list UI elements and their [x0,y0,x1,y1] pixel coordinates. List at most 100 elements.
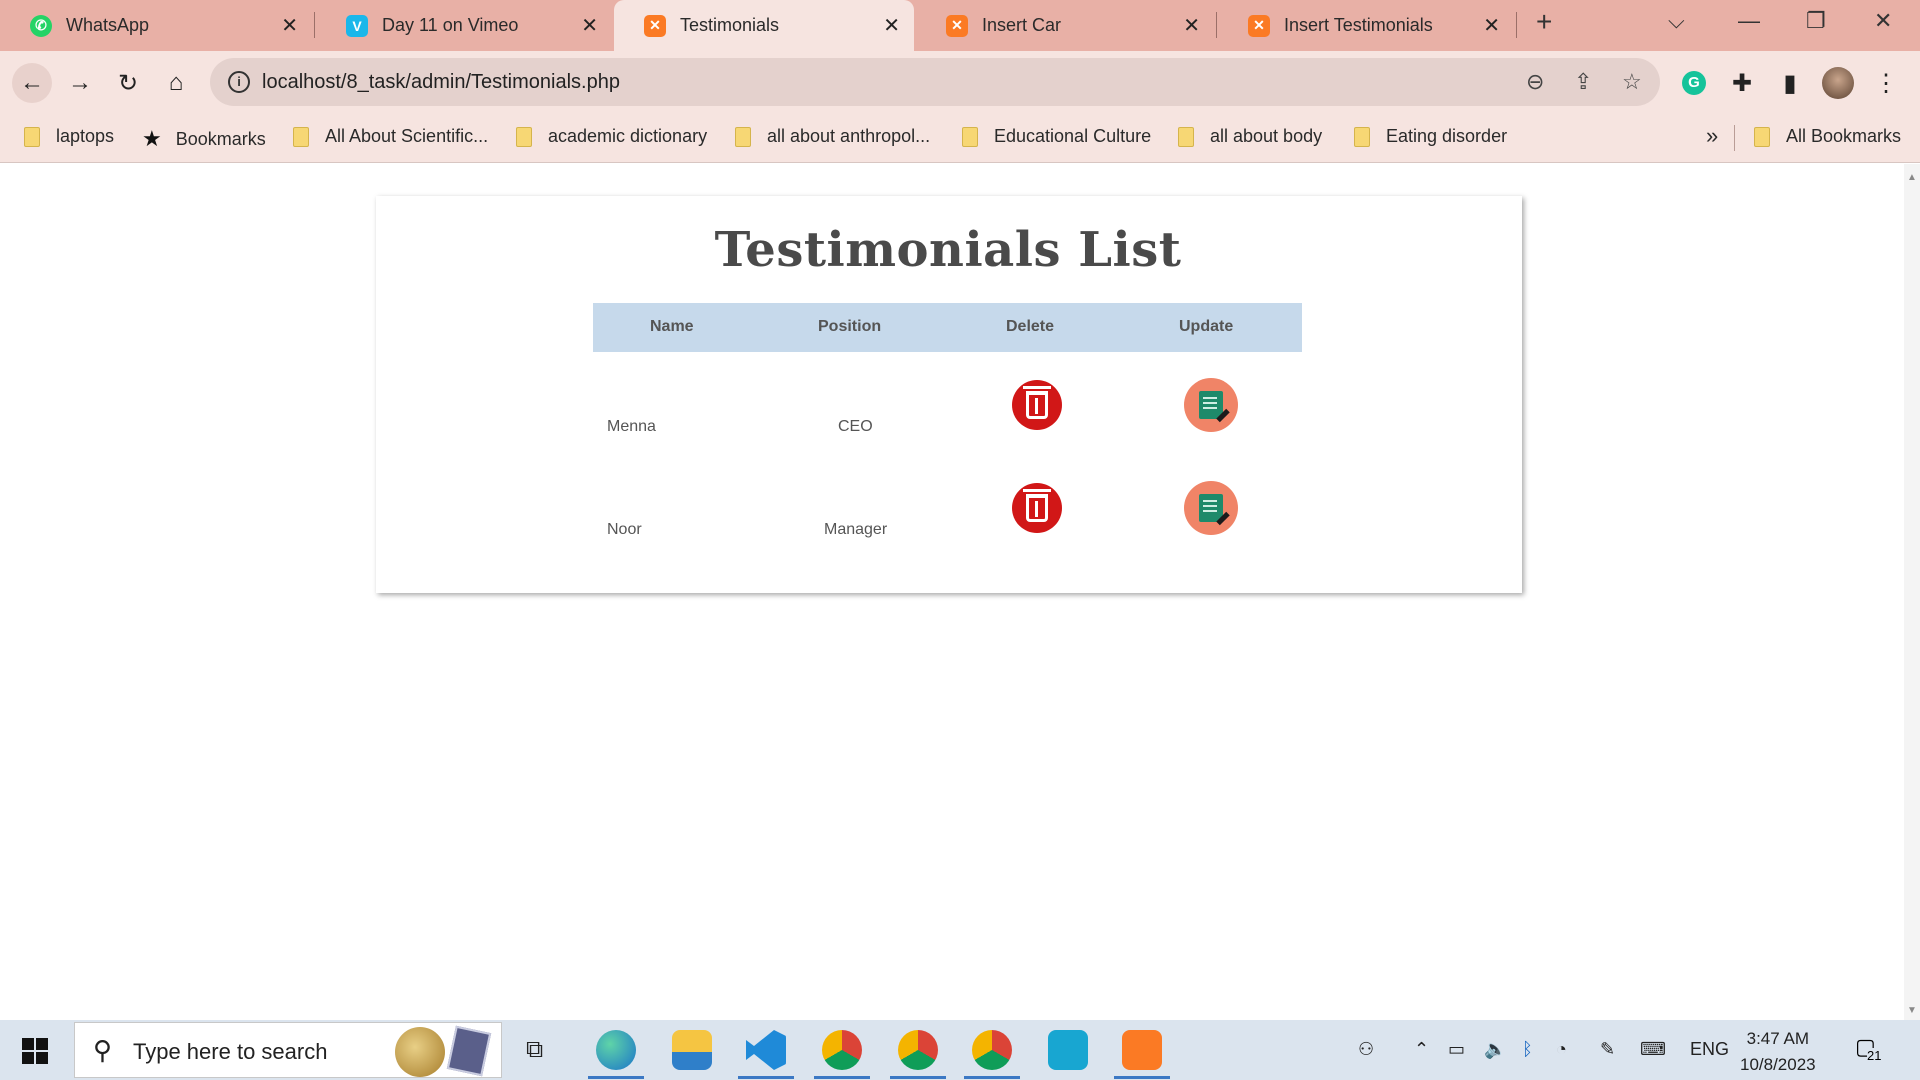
tab-testimonials[interactable]: ✕ Testimonials ✕ [614,0,914,51]
update-button[interactable] [1184,481,1238,535]
search-highlight-box-icon [446,1025,492,1077]
windows-start-icon[interactable] [22,1038,48,1064]
back-button[interactable]: ← [12,63,52,103]
bluetooth-icon[interactable]: ᛒ [1522,1039,1533,1060]
all-bookmarks-folder[interactable]: All Bookmarks [1754,126,1901,147]
task-view-icon[interactable]: ⧉ [526,1036,543,1064]
chrome-profile-icon[interactable] [898,1030,938,1070]
share-icon[interactable]: ⇪ [1574,69,1592,95]
url-text[interactable]: localhost/8_task/admin/Testimonials.php [262,71,620,94]
clock[interactable]: 3:47 AM 10/8/2023 [1740,1026,1816,1078]
wifi-icon[interactable]: ◔ [1556,1039,1567,1060]
grammarly-icon[interactable]: G [1674,63,1714,103]
reload-button[interactable]: ↻ [108,63,148,103]
bookmark-educational-culture[interactable]: Educational Culture [962,126,1151,147]
close-icon[interactable]: ✕ [883,13,900,38]
taskbar-search-input[interactable]: ⚲ Type here to search [74,1022,502,1078]
search-placeholder: Type here to search [133,1039,328,1064]
keyboard-icon[interactable]: ⌨ [1640,1039,1666,1060]
tab-separator [1216,12,1217,38]
bookmark-all-about-body[interactable]: all about body [1178,126,1322,147]
home-button[interactable]: ⌂ [156,63,196,103]
side-panel-icon[interactable]: ▮ [1770,63,1810,103]
tab-label: Day 11 on Vimeo [382,15,519,35]
xampp-taskbar-icon[interactable] [1122,1030,1162,1070]
tab-label: Testimonials [680,15,780,35]
cell-position: Manager [824,521,888,538]
close-icon[interactable]: ✕ [281,13,298,38]
extensions-icon[interactable]: ✚ [1722,63,1762,103]
search-highlight-medal-icon [395,1027,445,1077]
pen-tray-icon[interactable]: ✎ [1600,1039,1615,1060]
trash-icon [1023,386,1051,419]
cell-name: Noor [607,521,642,538]
bookmark-all-about-anthropol[interactable]: all about anthropol... [735,126,930,147]
close-window-button[interactable]: ✕ [1874,8,1892,34]
language-indicator[interactable]: ENG [1690,1039,1729,1060]
tab-strip: ✆ WhatsApp ✕ V Day 11 on Vimeo ✕ ✕ Testi… [0,0,1920,51]
bookmark-label: all about anthropol... [767,126,931,146]
bookmark-label: All Bookmarks [1786,126,1902,146]
active-indicator [890,1076,946,1079]
folder-icon [1178,126,1194,147]
bookmark-eating-disorder[interactable]: Eating disorder [1354,126,1507,147]
bookmark-laptops[interactable]: laptops [24,126,114,147]
file-explorer-icon[interactable] [672,1030,712,1070]
update-button[interactable] [1184,378,1238,432]
scroll-down-arrow-icon[interactable]: ▼ [1907,1005,1917,1016]
active-indicator [814,1076,870,1079]
bookmarks-overflow-button[interactable]: » [1706,123,1718,149]
folder-icon [24,126,40,147]
delete-button[interactable] [1012,483,1062,533]
tab-search-chevron-icon[interactable]: ⌵ [1668,8,1685,34]
profile-avatar[interactable] [1818,63,1858,103]
search-icon: ⚲ [93,1035,113,1065]
column-header-update: Update [1179,318,1234,335]
notification-count: 21 [1867,1048,1882,1063]
bookmark-bookmarks[interactable]: ★ Bookmarks [142,126,266,152]
close-icon[interactable]: ✕ [1183,13,1200,38]
address-bar[interactable]: i localhost/8_task/admin/Testimonials.ph… [210,58,1660,106]
site-info-icon[interactable]: i [228,71,250,93]
people-icon[interactable]: ⚇ [1358,1039,1374,1060]
tab-insert-car[interactable]: ✕ Insert Car ✕ [916,0,1214,51]
tab-vimeo[interactable]: V Day 11 on Vimeo ✕ [316,0,612,51]
clock-time: 3:47 AM [1746,1029,1809,1048]
menu-icon[interactable]: ⋮ [1866,63,1906,103]
tab-whatsapp[interactable]: ✆ WhatsApp ✕ [0,0,312,51]
column-header-name: Name [650,318,694,335]
divider [1734,125,1735,151]
camera-app-icon[interactable] [1048,1030,1088,1070]
delete-button[interactable] [1012,380,1062,430]
chevron-up-icon[interactable]: ⌃ [1414,1039,1429,1060]
bookmark-academic-dictionary[interactable]: academic dictionary [516,126,707,147]
battery-icon[interactable]: ▭ [1448,1039,1465,1060]
close-icon[interactable]: ✕ [1483,13,1500,38]
xampp-icon: ✕ [946,14,968,37]
cell-name: Menna [607,418,656,435]
table-header: Name Position Delete Update [593,303,1302,352]
notification-center-icon[interactable]: ▢ 21 [1855,1034,1885,1064]
bookmark-star-icon[interactable]: ☆ [1622,69,1642,95]
restore-button[interactable]: ❐ [1806,8,1826,34]
tab-separator [1516,12,1517,38]
new-tab-button[interactable]: + [1536,6,1552,38]
zoom-icon[interactable]: ⊖ [1526,69,1544,95]
vscode-icon[interactable] [746,1030,786,1070]
edge-icon[interactable] [596,1030,636,1070]
bookmark-label: laptops [56,126,115,146]
column-header-position: Position [818,318,882,335]
scroll-up-arrow-icon[interactable]: ▲ [1907,172,1917,183]
bookmark-label: All About Scientific... [325,126,489,146]
vertical-scrollbar[interactable]: ▲ ▼ [1904,164,1920,1020]
bookmark-all-about-scientific[interactable]: All About Scientific... [293,126,488,147]
chrome-guest-icon[interactable] [972,1030,1012,1070]
tab-insert-testimonials[interactable]: ✕ Insert Testimonials ✕ [1218,0,1514,51]
volume-icon[interactable]: 🔈 [1484,1039,1506,1060]
minimize-button[interactable]: — [1738,8,1760,34]
toolbar: ← → ↻ ⌂ i localhost/8_task/admin/Testimo… [0,51,1920,113]
whatsapp-icon: ✆ [30,14,52,37]
forward-button[interactable]: → [60,63,100,103]
close-icon[interactable]: ✕ [581,13,598,38]
chrome-icon[interactable] [822,1030,862,1070]
